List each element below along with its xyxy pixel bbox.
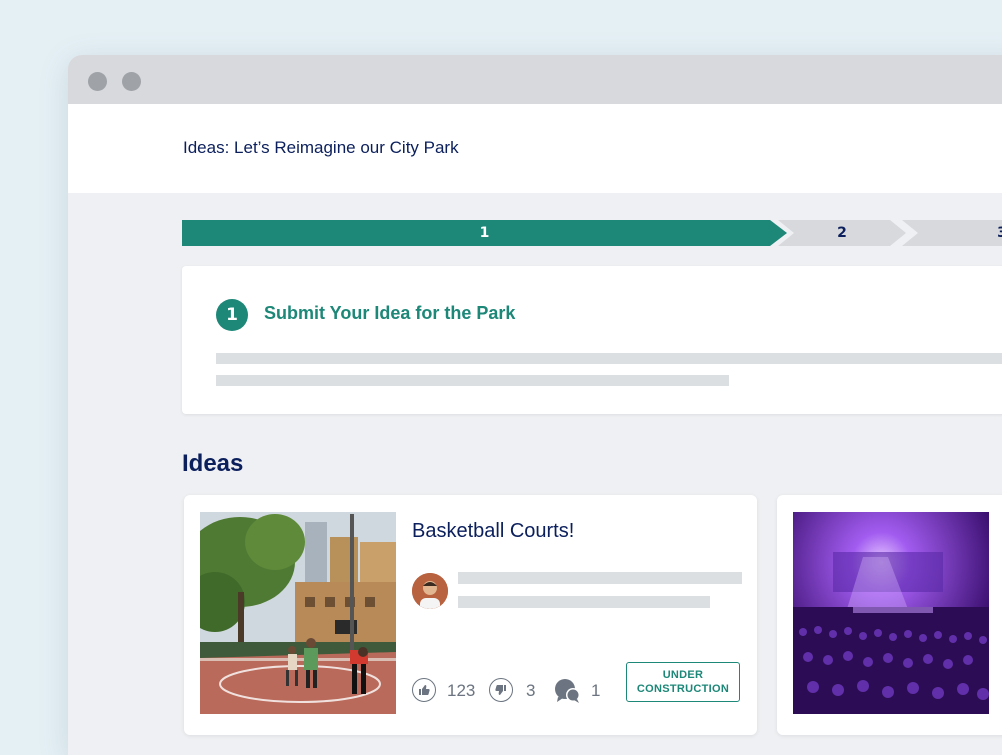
step-2[interactable]: 2 [778,220,906,246]
comments-count: 1 [591,681,601,700]
step-3[interactable]: 3 [902,220,1002,246]
idea-card[interactable]: Basketball Courts! 123 3 1 UNDER CONSTRU… [184,495,757,735]
status-line-2: CONSTRUCTION [636,683,730,695]
thumbs-up-icon[interactable] [412,678,436,702]
ideas-heading: Ideas [182,450,244,477]
window-close-dot[interactable] [88,72,107,91]
comments-icon[interactable] [554,677,582,705]
step-1[interactable]: 1 [182,220,787,246]
idea-photo-concert [793,512,989,714]
phase-stepper: 1 2 3 [182,220,1002,246]
page-title: Ideas: Let’s Reimagine our City Park [183,138,459,157]
dislikes-count: 3 [526,681,536,700]
thumbs-down-icon[interactable] [489,678,513,702]
browser-titlebar [68,55,1002,104]
basketball-court-image [200,512,396,714]
likes-count: 123 [447,681,476,700]
browser-window: Ideas: Let’s Reimagine our City Park 1 2… [68,55,1002,755]
status-line-1: UNDER [662,669,704,681]
page-header: Ideas: Let’s Reimagine our City Park [68,104,1002,193]
author-placeholder-line [458,572,742,584]
idea-photo-basketball-court [200,512,396,714]
window-minimize-dot[interactable] [122,72,141,91]
idea-title[interactable]: Basketball Courts! [412,520,574,543]
phase-card: 1 Submit Your Idea for the Park [182,266,1002,414]
phase-title: Submit Your Idea for the Park [264,303,516,323]
status-badge: UNDER CONSTRUCTION [626,662,740,702]
description-placeholder-line [216,375,729,386]
phase-number-badge: 1 [216,299,248,331]
author-placeholder-line [458,596,710,608]
description-placeholder-line [216,353,1002,364]
avatar-portrait [412,573,448,609]
concert-image [793,512,989,714]
author-avatar[interactable] [412,573,448,609]
idea-card[interactable] [777,495,1002,735]
